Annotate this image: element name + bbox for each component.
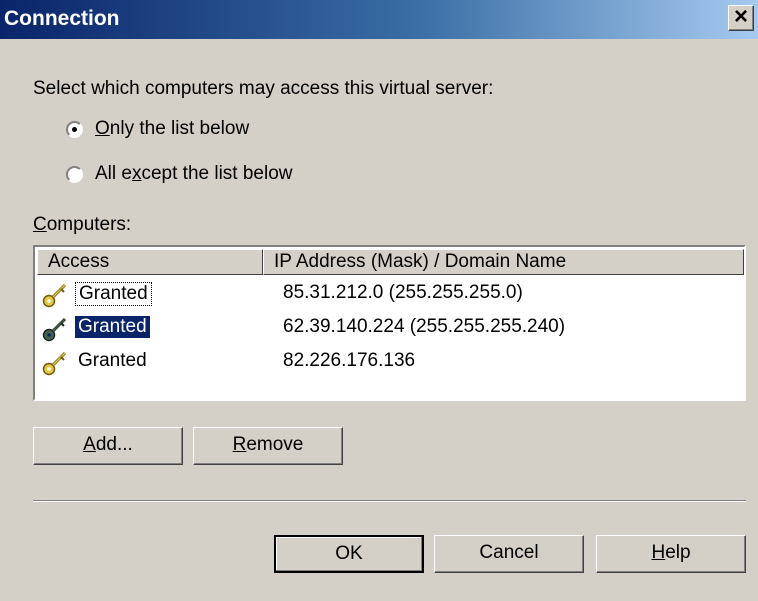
separator bbox=[33, 500, 746, 502]
window-title: Connection bbox=[4, 7, 120, 30]
access-cell: Granted bbox=[78, 350, 147, 371]
radio-all-except[interactable] bbox=[66, 166, 83, 183]
remove-button[interactable]: Remove bbox=[193, 427, 343, 465]
list-header: Access IP Address (Mask) / Domain Name bbox=[37, 249, 744, 275]
radio-only-list-label[interactable]: Only the list below bbox=[95, 118, 249, 140]
ip-cell: 62.39.140.224 (255.255.255.240) bbox=[283, 316, 566, 337]
computers-label: Computers: bbox=[33, 214, 132, 235]
radio-only-list[interactable] bbox=[66, 121, 83, 138]
ip-cell: 82.226.176.136 bbox=[283, 350, 416, 371]
radio-all-except-label[interactable]: All except the list below bbox=[95, 163, 293, 185]
access-cell: Granted bbox=[75, 282, 152, 306]
table-row[interactable]: Granted 62.39.140.224 (255.255.255.240) bbox=[37, 312, 744, 344]
key-icon bbox=[42, 283, 67, 308]
close-button[interactable]: × bbox=[728, 3, 754, 31]
table-row[interactable]: Granted 85.31.212.0 (255.255.255.0) bbox=[37, 278, 744, 310]
key-icon bbox=[42, 351, 67, 376]
ip-cell: 85.31.212.0 (255.255.255.0) bbox=[283, 282, 523, 303]
column-header-access[interactable]: Access bbox=[37, 249, 263, 275]
computers-list[interactable]: Access IP Address (Mask) / Domain Name G… bbox=[33, 245, 746, 401]
access-prompt: Select which computers may access this v… bbox=[33, 78, 494, 99]
access-cell: Granted bbox=[75, 316, 150, 338]
cancel-button[interactable]: Cancel bbox=[434, 535, 584, 573]
key-icon bbox=[42, 317, 67, 342]
close-icon: × bbox=[733, 3, 748, 30]
add-button[interactable]: Add... bbox=[33, 427, 183, 465]
ok-button[interactable]: OK bbox=[274, 535, 424, 573]
help-button[interactable]: Help bbox=[596, 535, 746, 573]
column-header-ip[interactable]: IP Address (Mask) / Domain Name bbox=[263, 249, 744, 275]
title-bar: Connection × bbox=[0, 0, 758, 39]
table-row[interactable]: Granted 82.226.176.136 bbox=[37, 346, 744, 378]
